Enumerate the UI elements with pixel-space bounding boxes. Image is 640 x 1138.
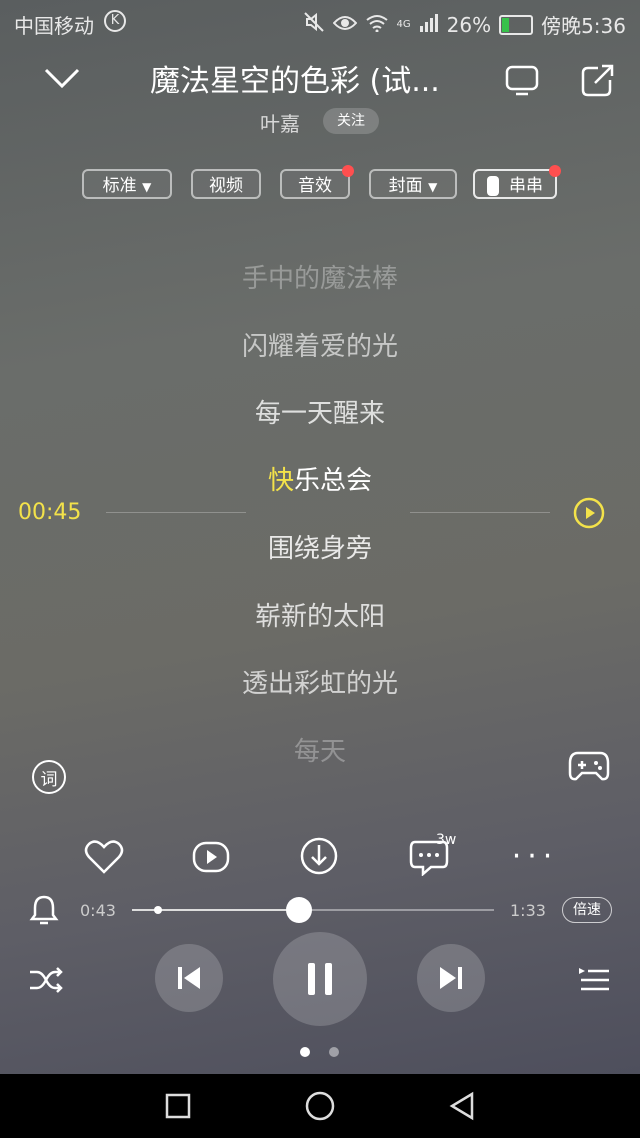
song-title: 魔法星空的色彩 (试... (150, 64, 440, 99)
chuanchuan-toggle[interactable]: 串串 (473, 165, 561, 199)
sound-effect-button[interactable]: 音效 (280, 165, 354, 199)
bell-icon (29, 895, 59, 925)
video-button[interactable]: 视频 (191, 169, 261, 199)
duration: 1:33 (510, 901, 546, 920)
follow-button[interactable]: 关注 (323, 108, 379, 134)
heart-icon (84, 840, 124, 874)
clock: 傍晚5:36 (541, 14, 626, 38)
sound-effect-label: 音效 (298, 176, 332, 196)
page-dot (329, 1047, 339, 1057)
lyric-line[interactable]: 围绕身旁 (0, 528, 640, 565)
cover-select[interactable]: 封面 ▼ (369, 169, 457, 199)
carrier-label: 中国移动 (14, 14, 94, 38)
play-circle-icon (573, 497, 605, 529)
signal-icon (419, 13, 439, 37)
recents-button[interactable] (158, 1088, 198, 1124)
comment-count: 3w (436, 832, 457, 848)
current-lyric-line[interactable]: 快乐总会 (0, 460, 640, 497)
progress-thumb[interactable] (285, 897, 312, 923)
lyric-line[interactable]: 透出彩虹的光 (0, 663, 640, 700)
mute-icon (303, 11, 325, 38)
back-button[interactable] (442, 1088, 482, 1124)
skip-previous-icon (178, 967, 200, 989)
tv-icon (505, 65, 539, 96)
game-button[interactable] (566, 746, 612, 786)
download-button[interactable] (297, 834, 341, 878)
progress-marker (154, 906, 162, 914)
video-play-icon (192, 841, 230, 873)
status-bar: 中国移动 K 4G 26% 傍晚5:36 (0, 0, 640, 44)
network-type: 4G (396, 19, 411, 30)
battery-level (502, 17, 509, 32)
circle-icon (305, 1091, 335, 1121)
video-label: 视频 (209, 176, 243, 196)
next-button[interactable] (417, 944, 485, 1012)
system-nav-bar (0, 1074, 640, 1138)
cover-label: 封面 (388, 176, 423, 196)
wifi-icon (365, 13, 389, 37)
lyric-line[interactable]: 每一天醒来 (0, 393, 640, 430)
gamepad-icon (568, 751, 610, 781)
lyric-line[interactable]: 每天 (0, 731, 640, 768)
share-icon (581, 64, 614, 97)
more-button[interactable]: ··· (512, 840, 558, 874)
download-icon (300, 837, 338, 875)
home-button[interactable] (300, 1088, 340, 1124)
caret-down-icon: ▼ (428, 180, 438, 194)
chuanchuan-label: 串串 (509, 176, 543, 196)
eye-icon (332, 13, 357, 37)
lyric-icon: 词 (32, 760, 66, 794)
quality-select[interactable]: 标准 ▼ (82, 169, 172, 199)
current-lyric-text: 快乐总会 (268, 466, 372, 496)
collapse-button[interactable] (40, 60, 84, 96)
battery-percent: 26% (446, 12, 492, 37)
previous-button[interactable] (155, 944, 223, 1012)
shuffle-icon (30, 967, 63, 993)
like-button[interactable] (82, 836, 126, 878)
caret-down-icon: ▼ (142, 180, 152, 194)
playlist-button[interactable] (574, 960, 614, 1000)
triangle-back-icon (449, 1091, 474, 1121)
artist-name[interactable]: 叶嘉 (260, 108, 300, 137)
tv-cast-button[interactable] (500, 58, 544, 102)
mv-button[interactable] (189, 836, 233, 878)
play-pause-button[interactable] (273, 932, 367, 1026)
square-icon (165, 1093, 191, 1119)
carrier-badge: K (104, 10, 126, 32)
current-lyric-highlight: 快 (267, 466, 294, 496)
pause-icon (308, 963, 332, 995)
status-icons: 4G 26% 傍晚5:36 (303, 10, 626, 39)
current-lyric-rest: 乐总会 (294, 466, 373, 496)
playlist-icon (579, 968, 609, 991)
more-icon: ··· (511, 839, 559, 874)
share-button[interactable] (576, 58, 620, 102)
lyric-seek-line (410, 512, 550, 513)
current-time: 0:43 (80, 901, 116, 920)
skip-next-icon (440, 967, 462, 989)
toggle-icon (487, 176, 499, 196)
lyric-search-button[interactable]: 词 (28, 756, 70, 798)
speed-button[interactable]: 倍速 (562, 897, 612, 923)
lyric-button-label: 词 (40, 769, 58, 790)
play-from-lyric-button[interactable] (572, 496, 606, 530)
quality-label: 标准 (102, 176, 137, 196)
shuffle-button[interactable] (24, 960, 68, 1000)
battery-icon (499, 14, 534, 35)
lyric-seek-line (106, 512, 246, 513)
ringtone-button[interactable] (26, 892, 62, 928)
lyric-line[interactable]: 手中的魔法棒 (0, 258, 640, 295)
page-dot-active (300, 1047, 310, 1057)
notification-dot (549, 165, 561, 177)
lyric-line[interactable]: 崭新的太阳 (0, 596, 640, 633)
chevron-down-icon (44, 68, 80, 89)
notification-dot (342, 165, 354, 177)
lyric-line[interactable]: 闪耀着爱的光 (0, 326, 640, 363)
lyric-seek-time: 00:45 (18, 500, 82, 525)
